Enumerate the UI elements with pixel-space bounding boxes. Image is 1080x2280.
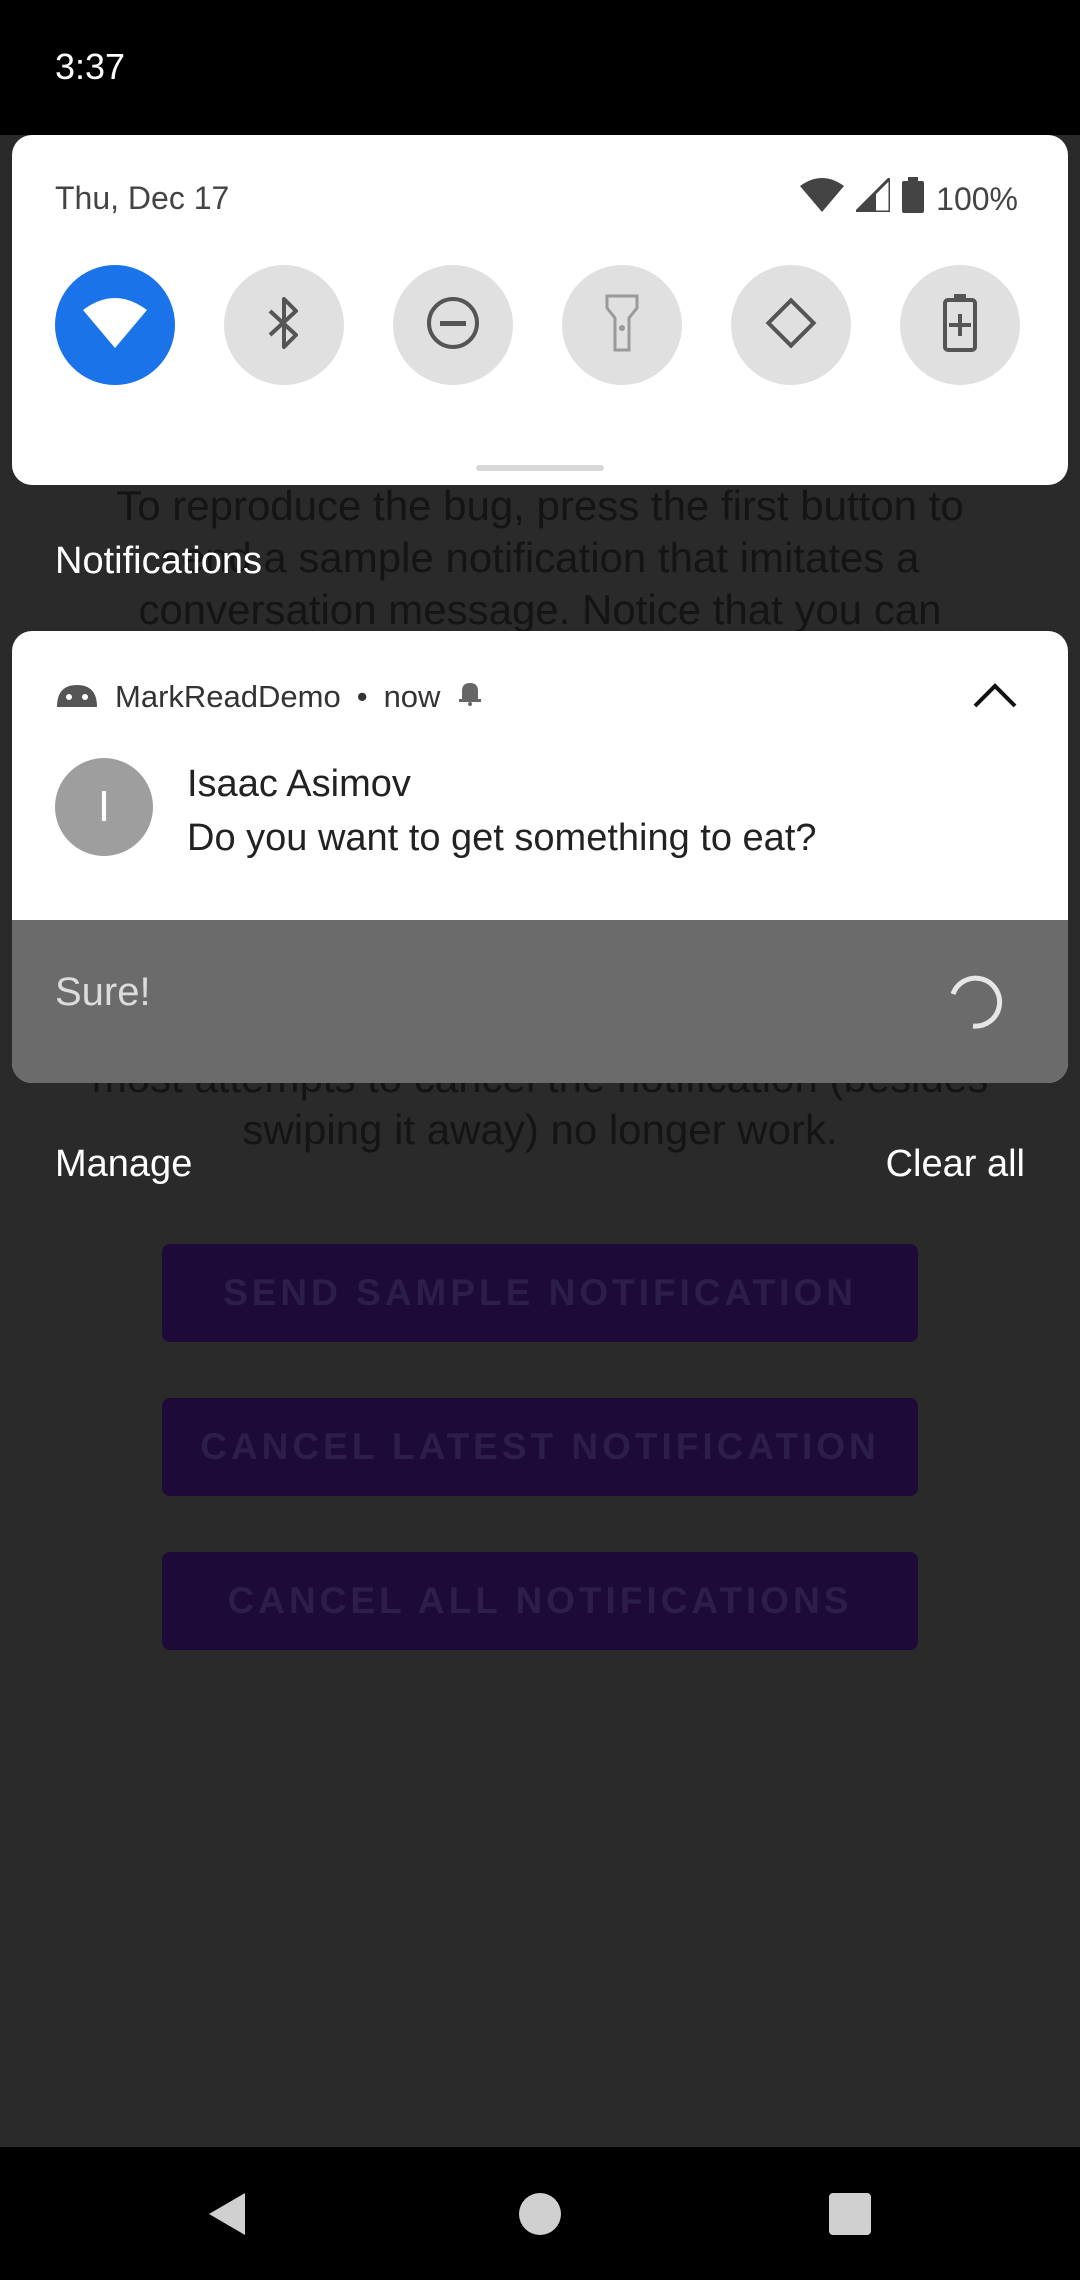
status-time: 3:37 [55,46,126,87]
tile-bluetooth[interactable] [224,265,344,385]
chevron-up-icon [973,682,1017,713]
status-bar: 3:37 [0,0,1080,135]
cancel-all-notifications-button[interactable]: CANCEL ALL NOTIFICATIONS [162,1552,918,1650]
do-not-disturb-icon [425,295,481,356]
home-icon[interactable] [519,2193,561,2235]
tile-flashlight[interactable] [562,265,682,385]
notification-card[interactable]: MarkReadDemo • now I Isaac Asimov Do you… [12,631,1068,1083]
notifications-label: Notifications [55,540,262,582]
qs-status-icons: 100% [800,174,1018,221]
battery-percent: 100% [936,180,1018,217]
manage-button[interactable]: Manage [55,1143,192,1186]
android-icon [55,679,99,715]
back-icon[interactable] [205,2191,251,2237]
cell-signal-icon [852,174,892,220]
quick-settings-panel: Thu, Dec 17 100% [12,135,1068,485]
clear-all-button[interactable]: Clear all [886,1143,1025,1186]
battery-saver-icon [943,293,977,357]
notification-separator: • [356,679,368,714]
cancel-latest-notification-button[interactable]: CANCEL LATEST NOTIFICATION [162,1398,918,1496]
notification-sender: Isaac Asimov [187,763,411,805]
alert-bell-icon [456,679,484,715]
quick-settings-tiles [55,265,1020,385]
flashlight-icon [605,294,639,357]
qs-date: Thu, Dec 17 [55,180,230,216]
send-sample-notification-button[interactable]: SEND SAMPLE NOTIFICATION [162,1244,918,1342]
collapse-notification-button[interactable] [967,669,1023,725]
tile-do-not-disturb[interactable] [393,265,513,385]
qs-drag-handle[interactable] [476,465,604,471]
notification-time: now [383,679,441,714]
notification-app-name: MarkReadDemo [115,679,341,714]
tile-auto-rotate[interactable] [731,265,851,385]
notification-message: Do you want to get something to eat? [187,817,817,859]
auto-rotate-icon [761,293,821,358]
tile-wifi[interactable] [55,265,175,385]
reply-input-area[interactable]: Sure! [12,920,1068,1083]
battery-icon [902,177,925,221]
navigation-bar [0,2147,1080,2280]
reply-text: Sure! [55,970,151,1014]
wifi-signal-icon [800,178,845,220]
sender-avatar: I [55,758,153,856]
wifi-icon [83,297,147,353]
notification-header: MarkReadDemo • now [55,679,484,715]
recents-icon[interactable] [829,2193,871,2235]
tile-battery-saver[interactable] [900,265,1020,385]
bluetooth-icon [264,295,304,356]
sending-spinner-icon [943,972,1003,1032]
